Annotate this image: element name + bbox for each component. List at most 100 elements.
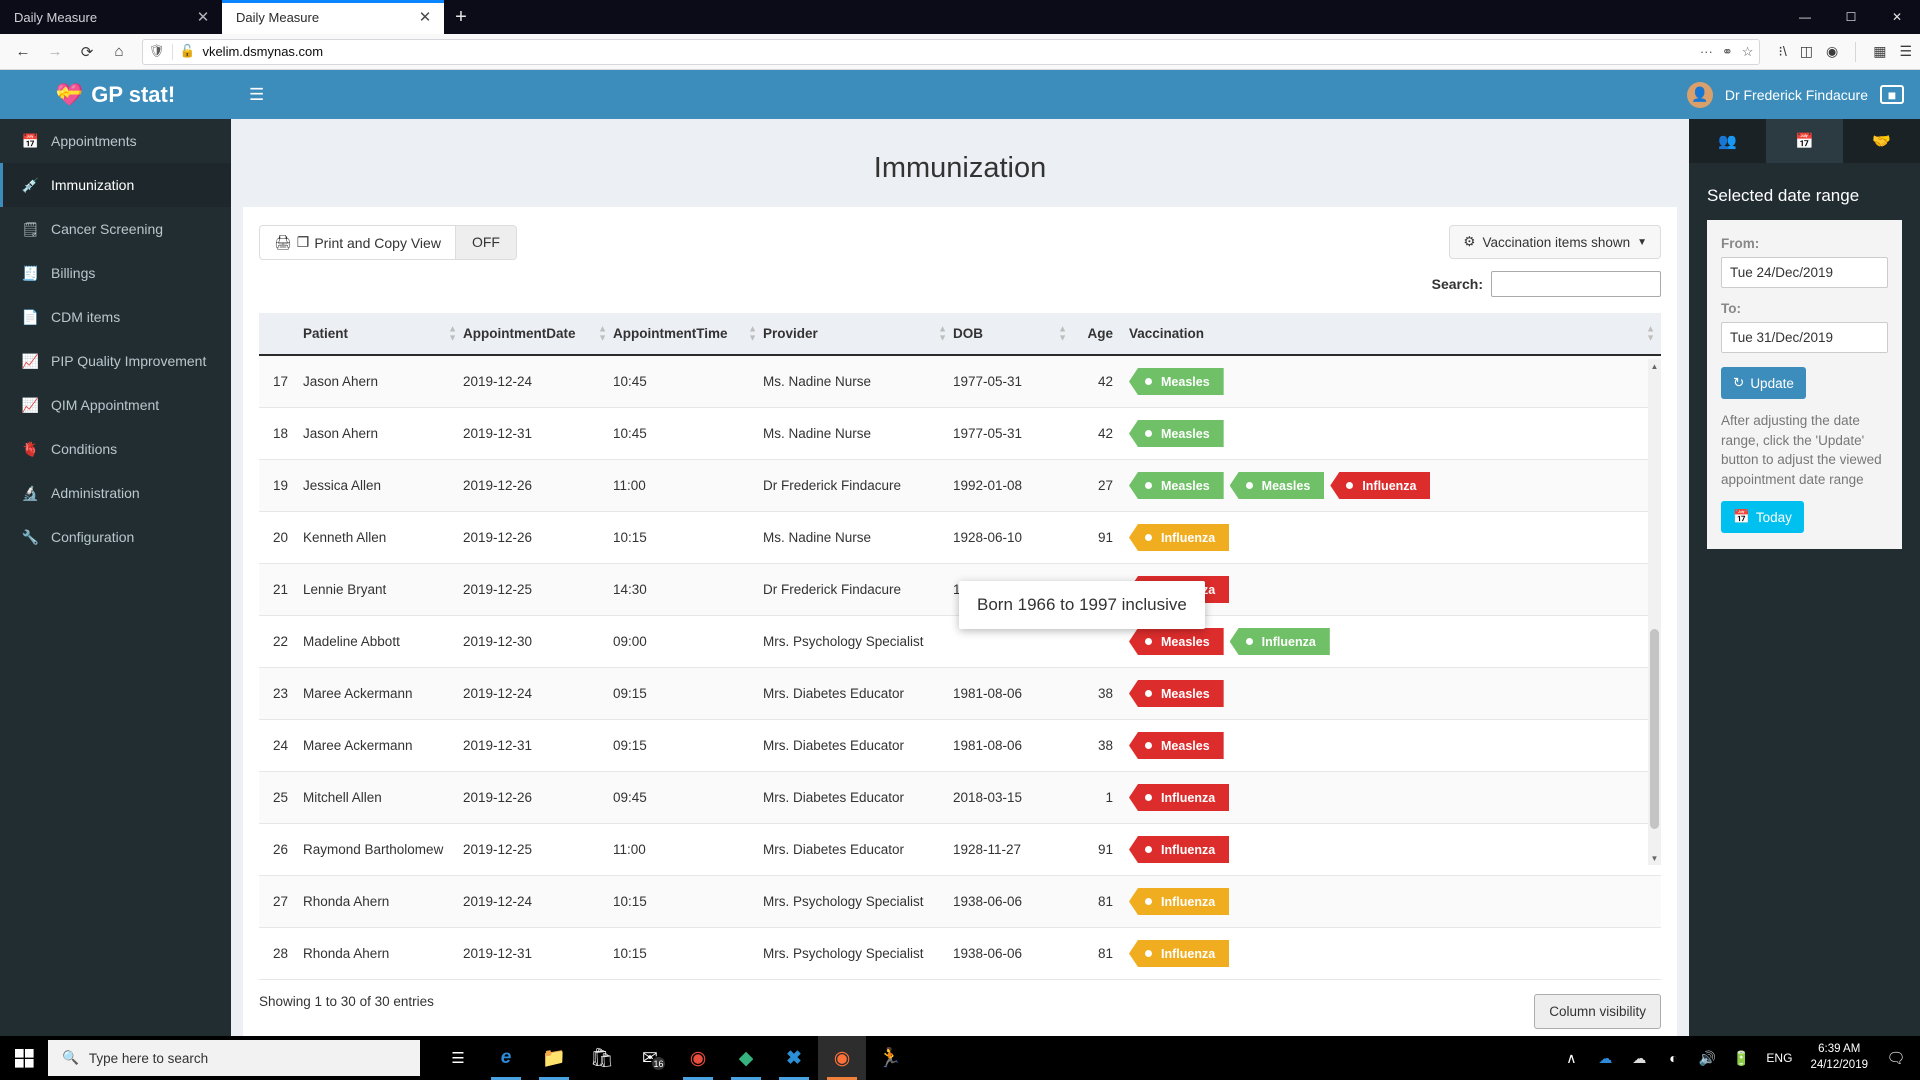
scroll-down-arrow[interactable]: ▼ [1648, 851, 1661, 865]
shield-icon[interactable]: 🛡 [149, 44, 165, 59]
table-row[interactable]: 23 Maree Ackermann 2019-12-24 09:15 Mrs. Dia… [259, 667, 1661, 720]
cloud-icon[interactable]: ☁ [1622, 1036, 1656, 1080]
wifi-icon[interactable]: ◐ [1656, 1036, 1690, 1080]
sidebar-item-configuration[interactable]: 🔧 Configuration [0, 515, 231, 559]
chrome-icon[interactable]: ◉ [674, 1036, 722, 1080]
id-card-icon[interactable]: ■ [1880, 85, 1904, 104]
table-scrollbar[interactable]: ▲ ▼ [1648, 359, 1661, 865]
table-row[interactable]: 27 Rhonda Ahern 2019-12-24 10:15 Mrs. Psycho… [259, 875, 1661, 928]
scroll-up-arrow[interactable]: ▲ [1648, 359, 1661, 373]
show-hidden-icons-chevron[interactable]: ∧ [1554, 1036, 1588, 1080]
th-appointment-date[interactable]: AppointmentDate ▲ ▼ [463, 313, 613, 356]
update-button[interactable]: ↻ Update [1721, 367, 1806, 399]
menu-icon[interactable]: ☰ [1899, 43, 1912, 60]
vaccination-tag[interactable]: Measles [1229, 472, 1325, 499]
edge-icon[interactable]: e [482, 1036, 530, 1080]
vaccination-tag[interactable]: Measles [1129, 420, 1224, 447]
th-appointment-time[interactable]: AppointmentTime ▲ ▼ [613, 313, 763, 356]
close-icon[interactable]: ✕ [414, 6, 436, 28]
broken-lock-icon[interactable]: 🔓 [180, 44, 196, 59]
bookmark-star-icon[interactable]: ☆ [1742, 44, 1754, 60]
taskbar-search[interactable]: 🔍 Type here to search [48, 1040, 420, 1076]
close-window-button[interactable]: ✕ [1874, 0, 1920, 34]
sidebar-item-pip-quality-improvement[interactable]: 📈 PIP Quality Improvement [0, 339, 231, 383]
runner-icon[interactable]: 🏃 [866, 1036, 914, 1080]
battery-charging-icon[interactable]: 🔋 [1724, 1036, 1758, 1080]
vaccination-tag[interactable]: Influenza [1129, 888, 1230, 915]
vaccination-tag[interactable]: Influenza [1229, 628, 1330, 655]
language-indicator[interactable]: ENG [1758, 1036, 1800, 1080]
sidebar-item-administration[interactable]: 🔬 Administration [0, 471, 231, 515]
browser-tab-1[interactable]: Daily Measure ✕ [0, 0, 222, 34]
notification-icon[interactable]: 🗨 [1878, 1036, 1914, 1080]
back-icon[interactable]: ← [8, 38, 38, 66]
mail-icon[interactable]: ✉ 16 [626, 1036, 674, 1080]
table-row[interactable]: 17 Jason Ahern 2019-12-24 10:45 Ms. Nadine N… [259, 355, 1661, 408]
vaccination-tag[interactable]: Measles [1129, 732, 1224, 759]
vaccination-tag[interactable]: Influenza [1129, 784, 1230, 811]
print-copy-view-toggle-state[interactable]: OFF [454, 226, 516, 259]
sidebar-item-appointments[interactable]: 📅 Appointments [0, 119, 231, 163]
extensions-icon[interactable]: ▦ [1873, 43, 1886, 60]
vscode-icon[interactable]: ✖ [770, 1036, 818, 1080]
table-row[interactable]: 25 Mitchell Allen 2019-12-26 09:45 Mrs. Diab… [259, 771, 1661, 824]
start-button[interactable] [0, 1036, 48, 1080]
maximize-button[interactable]: ☐ [1828, 0, 1874, 34]
sourcetree-icon[interactable]: ◆ [722, 1036, 770, 1080]
th-dob[interactable]: DOB ▲ ▼ [953, 313, 1073, 356]
browser-tab-2[interactable]: Daily Measure ✕ [222, 0, 444, 34]
print-copy-view-button[interactable]: 🖨 ❐ Print and Copy View [260, 226, 455, 259]
vaccination-items-shown-button[interactable]: ⚙ Vaccination items shown ▼ [1449, 225, 1661, 259]
vaccination-tag[interactable]: Influenza [1129, 940, 1230, 967]
sidebar-item-qim-appointment[interactable]: 📈 QIM Appointment [0, 383, 231, 427]
th-patient[interactable]: Patient ▲ ▼ [303, 313, 463, 356]
vaccination-tag[interactable]: Influenza [1129, 524, 1230, 551]
library-icon[interactable]: ⁝\ [1778, 43, 1786, 60]
account-icon[interactable]: ◉ [1826, 43, 1838, 60]
vaccination-tag[interactable]: Measles [1129, 680, 1224, 707]
table-row[interactable]: 26 Raymond Bartholomew 2019-12-25 11:00 Mrs.… [259, 823, 1661, 876]
to-date-input[interactable]: Tue 31/Dec/2019 [1721, 322, 1888, 353]
hamburger-icon[interactable]: ☰ [249, 85, 264, 105]
from-date-input[interactable]: Tue 24/Dec/2019 [1721, 257, 1888, 288]
print-copy-view-group[interactable]: 🖨 ❐ Print and Copy View OFF [259, 225, 517, 260]
table-row[interactable]: 18 Jason Ahern 2019-12-31 10:45 Ms. Nadine N… [259, 407, 1661, 460]
column-visibility-button[interactable]: Column visibility [1534, 994, 1661, 1029]
reload-icon[interactable]: ⟳ [72, 38, 102, 66]
table-row[interactable]: 19 Jessica Allen 2019-12-26 11:00 Dr Frederi… [259, 459, 1661, 512]
app-brand[interactable]: 💝 GP stat! [0, 70, 231, 119]
firefox-icon[interactable]: ◉ [818, 1036, 866, 1080]
clock[interactable]: 6:39 AM 24/12/2019 [1800, 1042, 1878, 1073]
avatar[interactable]: 👤 [1686, 81, 1713, 108]
right-tab-patients[interactable]: 👥 [1689, 119, 1766, 163]
table-row[interactable]: 20 Kenneth Allen 2019-12-26 10:15 Ms. Nadine… [259, 511, 1661, 564]
th-provider[interactable]: Provider ▲ ▼ [763, 313, 953, 356]
page-actions-icon[interactable]: ··· [1700, 44, 1713, 59]
table-row[interactable]: 24 Maree Ackermann 2019-12-31 09:15 Mrs. Dia… [259, 719, 1661, 772]
sidebar-item-cdm-items[interactable]: 📄 CDM items [0, 295, 231, 339]
vaccination-tag[interactable]: Influenza [1330, 472, 1431, 499]
today-button[interactable]: 📅 Today [1721, 501, 1804, 534]
sidebar-icon[interactable]: ◫ [1800, 43, 1813, 60]
scrollbar-thumb[interactable] [1650, 629, 1659, 829]
vaccination-tag[interactable]: Measles [1129, 472, 1224, 499]
address-bar[interactable]: 🛡 🔓 vkelim.dsmynas.com ··· ⚭ ☆ [142, 38, 1761, 65]
microsoft-store-icon[interactable]: 🛍 [578, 1036, 626, 1080]
table-row[interactable]: 28 Rhonda Ahern 2019-12-31 10:15 Mrs. Psycho… [259, 927, 1661, 980]
new-tab-button[interactable]: + [444, 0, 478, 34]
file-explorer-icon[interactable]: 📁 [530, 1036, 578, 1080]
onedrive-blue-icon[interactable]: ☁ [1588, 1036, 1622, 1080]
search-input[interactable] [1491, 271, 1661, 297]
vaccination-tag[interactable]: Measles [1129, 368, 1224, 395]
sidebar-item-billings[interactable]: 🧾 Billings [0, 251, 231, 295]
pocket-icon[interactable]: ⚭ [1722, 44, 1733, 60]
sidebar-item-cancer-screening[interactable]: 🗒 Cancer Screening [0, 207, 231, 251]
th-age[interactable]: Age [1073, 313, 1129, 356]
right-tab-calendar[interactable]: 📅 [1766, 119, 1843, 163]
close-icon[interactable]: ✕ [192, 6, 214, 28]
vaccination-tag[interactable]: Influenza [1129, 836, 1230, 863]
minimize-button[interactable]: — [1782, 0, 1828, 34]
right-tab-handshake[interactable]: 🤝 [1843, 119, 1920, 163]
vaccination-tag[interactable]: Measles [1129, 628, 1224, 655]
home-icon[interactable]: ⌂ [104, 38, 134, 66]
